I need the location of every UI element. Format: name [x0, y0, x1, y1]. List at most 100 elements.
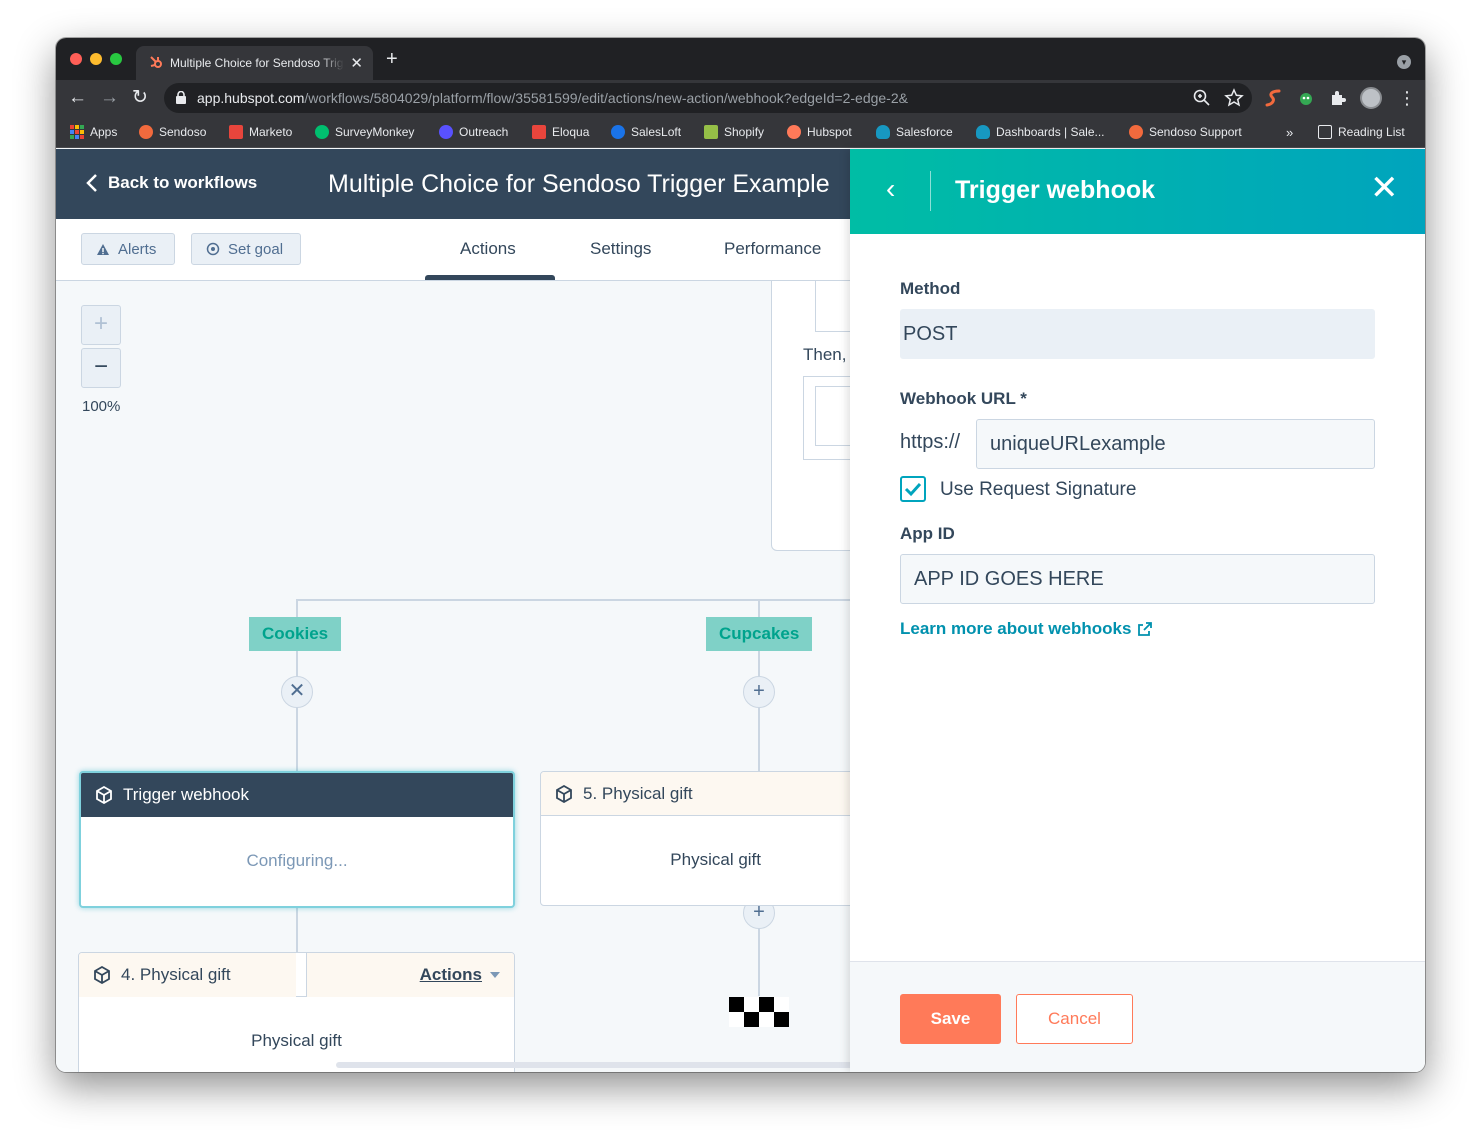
bookmark-eloqua[interactable]: Eloqua [532, 123, 589, 141]
maximize-window-button[interactable] [110, 53, 122, 65]
zoom-in-button[interactable]: + [81, 305, 121, 345]
cube-icon [96, 786, 112, 804]
alerts-button[interactable]: Alerts [81, 233, 175, 265]
card-title: 4. Physical gift [121, 964, 231, 984]
branch-label-cookies: Cookies [249, 617, 342, 651]
browser-toolbar: ← → ↻ app.hubspot.com/workflows/5804029/… [56, 80, 1425, 116]
app-id-label: App ID [900, 524, 955, 543]
card-title-area: 4. Physical gift [79, 953, 296, 997]
reading-list-icon [1318, 125, 1332, 139]
panel-title: Trigger webhook [955, 176, 1156, 204]
new-tab-icon[interactable]: + [386, 49, 398, 69]
minimize-window-button[interactable] [90, 53, 102, 65]
zoom-out-button[interactable]: − [81, 348, 121, 388]
cancel-button[interactable]: Cancel [1016, 994, 1133, 1044]
method-select[interactable]: POST [900, 309, 1375, 359]
close-icon[interactable]: ✕ [1370, 171, 1399, 205]
physical-gift-4-card[interactable]: 4. Physical gift Actions Physical gift [78, 952, 515, 1072]
cube-icon [556, 784, 572, 803]
workflow-canvas[interactable]: + − 100% Then, Cookies Cupcakes ✕ + + Tr… [56, 281, 850, 1072]
bookmark-salesforce[interactable]: Salesforce [876, 123, 953, 141]
forward-arrow-icon[interactable]: → [100, 86, 119, 110]
tab-settings[interactable]: Settings [590, 239, 651, 259]
bookmark-marketo[interactable]: Marketo [229, 123, 292, 141]
trigger-webhook-card[interactable]: Trigger webhook Configuring... [79, 771, 515, 908]
panel-footer: Save Cancel [850, 961, 1425, 1072]
tab-close-icon[interactable]: ✕ [350, 54, 363, 72]
panel-header: ‹ Trigger webhook ✕ [850, 149, 1425, 234]
reading-list-label: Reading List [1338, 125, 1405, 139]
connector-line [296, 651, 298, 771]
trigger-webhook-panel: ‹ Trigger webhook ✕ Method POST Webhook … [850, 149, 1425, 1072]
request-signature-checkbox[interactable] [900, 476, 926, 502]
bookmark-sendoso[interactable]: Sendoso [139, 123, 206, 141]
bookmark-hubspot[interactable]: Hubspot [787, 123, 852, 141]
bookmark-label: Shopify [724, 125, 765, 139]
bookmarks-bar: Apps Sendoso Marketo SurveyMonkey Outrea… [56, 116, 1425, 148]
back-to-workflows-link[interactable]: Back to workflows [86, 173, 257, 193]
learn-more-link[interactable]: Learn more about webhooks [900, 619, 1153, 639]
bookmark-sendoso-support[interactable]: Sendoso Support [1129, 123, 1242, 141]
zoom-icon[interactable] [1192, 88, 1212, 108]
actions-label: Actions [419, 964, 482, 984]
tab-performance[interactable]: Performance [724, 239, 821, 259]
webhook-url-input[interactable]: uniqueURLexample [976, 419, 1375, 469]
bookmark-apps[interactable]: Apps [70, 123, 117, 141]
reload-icon[interactable]: ↻ [132, 86, 148, 110]
bookmark-label: Outreach [459, 125, 509, 139]
bookmarks-overflow-button[interactable]: » [1286, 123, 1293, 141]
hubspot-icon [787, 125, 801, 139]
app-id-input[interactable]: APP ID GOES HERE [900, 554, 1375, 604]
bookmark-salesloft[interactable]: SalesLoft [611, 123, 681, 141]
panel-back-icon[interactable]: ‹ [886, 173, 895, 205]
branch-condition-card[interactable]: Then, [771, 281, 850, 551]
active-tab-indicator [425, 275, 555, 280]
connector-line [296, 599, 298, 617]
extension-icon[interactable] [1296, 88, 1316, 108]
back-arrow-icon[interactable]: ← [68, 86, 87, 110]
bookmark-star-icon[interactable] [1224, 88, 1244, 108]
browser-tab[interactable]: Multiple Choice for Sendoso Trigger Exam… [136, 46, 373, 80]
salesloft-icon [611, 125, 625, 139]
actions-dropdown[interactable]: Actions [306, 953, 514, 997]
bookmark-surveymonkey[interactable]: SurveyMonkey [315, 123, 414, 141]
checkmark-icon [904, 482, 922, 497]
more-menu-icon[interactable]: ⋮ [1398, 86, 1416, 110]
reading-list-button[interactable]: Reading List [1318, 123, 1405, 141]
tab-strip: Multiple Choice for Sendoso Trigger Exam… [56, 38, 1425, 80]
cube-icon [94, 965, 110, 984]
workflow-title[interactable]: Multiple Choice for Sendoso Trigger Exam… [328, 170, 830, 199]
method-label: Method [900, 279, 961, 298]
save-button[interactable]: Save [900, 994, 1001, 1044]
bookmark-label: Eloqua [552, 125, 590, 139]
set-goal-button[interactable]: Set goal [191, 233, 301, 265]
horizontal-scrollbar[interactable] [336, 1062, 850, 1068]
puzzle-icon[interactable] [1328, 88, 1348, 108]
bookmark-dashboards[interactable]: Dashboards | Sale... [976, 123, 1105, 141]
card-title: 5. Physical gift [583, 783, 693, 803]
url-domain: app.hubspot.com [197, 90, 305, 106]
physical-gift-5-card[interactable]: 5. Physical gift Physical gift [540, 771, 850, 906]
salesforce-cloud-icon [876, 125, 890, 139]
close-window-button[interactable] [70, 53, 82, 65]
apps-grid-icon [70, 125, 84, 139]
close-icon[interactable]: ✕ [281, 676, 313, 708]
caret-down-icon [490, 971, 500, 978]
connector-line [758, 651, 760, 771]
card-body-text: Physical gift [670, 850, 761, 869]
eloqua-icon [532, 125, 546, 139]
add-action-icon[interactable]: + [743, 676, 775, 708]
address-bar[interactable]: app.hubspot.com/workflows/5804029/platfo… [164, 83, 1252, 113]
bookmark-shopify[interactable]: Shopify [704, 123, 764, 141]
bookmark-outreach[interactable]: Outreach [439, 123, 508, 141]
workflow-subbar: Alerts Set goal Actions Settings Perform… [56, 219, 850, 281]
bookmark-label: Apps [90, 125, 118, 139]
request-signature-label[interactable]: Use Request Signature [940, 479, 1136, 501]
tab-actions[interactable]: Actions [460, 239, 516, 259]
sendoso-extension-icon[interactable] [1264, 88, 1284, 108]
bookmark-label: Salesforce [896, 125, 953, 139]
tab-search-icon[interactable]: ▾ [1397, 55, 1411, 69]
bookmark-label: Dashboards | Sale... [996, 125, 1105, 139]
overflow-chevron-icon: » [1286, 124, 1294, 140]
profile-avatar[interactable] [1360, 87, 1382, 109]
